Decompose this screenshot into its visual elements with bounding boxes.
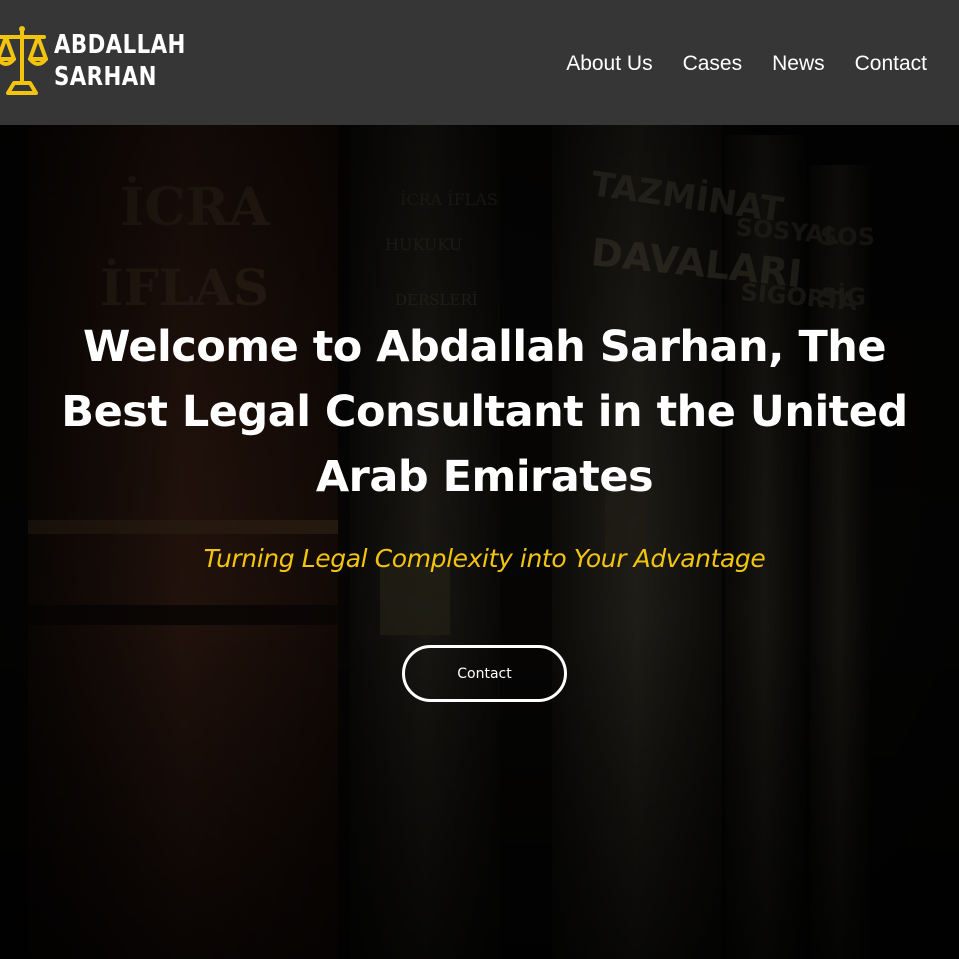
hero-section: İCRA İFLAS İCRA İFLAS HUKUKU DERSLERİ TA… [0,125,959,959]
main-nav: About Us Cases News Contact [566,46,927,82]
scales-of-justice-icon [0,26,48,95]
nav-item-about-us[interactable]: About Us [566,46,652,82]
brand-logo[interactable]: ABDALLAH SARHAN [0,18,215,104]
brand-name-line2: SARHAN [54,62,157,92]
site-header: ABDALLAH SARHAN About Us Cases News Cont… [0,0,959,125]
contact-button[interactable]: Contact [402,645,567,702]
nav-item-contact[interactable]: Contact [855,46,927,82]
nav-item-cases[interactable]: Cases [683,46,743,82]
brand-name-line1: ABDALLAH [54,30,186,60]
hero-subtitle: Turning Legal Complexity into Your Advan… [203,544,766,573]
hero-title: Welcome to Abdallah Sarhan, The Best Leg… [61,322,908,502]
brand-name: ABDALLAH SARHAN [54,29,186,93]
nav-item-news[interactable]: News [772,46,825,82]
